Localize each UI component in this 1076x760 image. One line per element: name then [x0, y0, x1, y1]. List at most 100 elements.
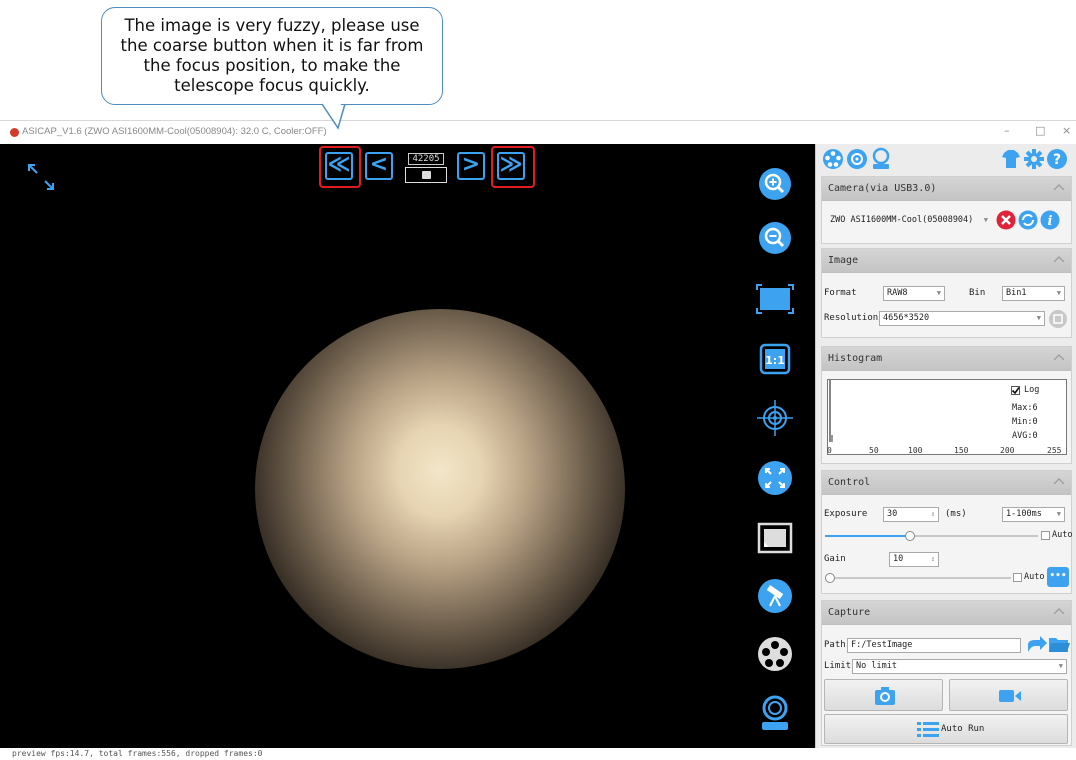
histogram-tick: 150	[954, 446, 969, 455]
control-title: Control	[828, 477, 871, 488]
coarse-left-highlight	[319, 146, 361, 188]
capture-header[interactable]: Capture	[822, 601, 1071, 625]
histogram-title: Histogram	[828, 353, 883, 364]
exposure-slider-knob[interactable]	[905, 531, 916, 541]
image-section: Image Format RAW8 ▼ Bin Bin1 ▼ Resolutio…	[821, 248, 1072, 338]
histogram-max: Max:6	[1012, 403, 1038, 413]
filter-wheel-tab-icon[interactable]	[822, 148, 844, 170]
chevron-down-icon: ▼	[1058, 662, 1063, 670]
more-settings-button[interactable]: •••	[1047, 567, 1069, 587]
histogram-section: Histogram Log Max:6 Min:0 AVG:0 0 50 100…	[821, 346, 1072, 464]
histogram-plot: Log Max:6 Min:0 AVG:0 0 50 100 150 200 2…	[827, 379, 1067, 455]
camera-section: Camera(via USB3.0) ZWO ASI1600MM-Cool(05…	[821, 176, 1072, 244]
camera-select[interactable]: ZWO ASI1600MM-Cool(05008904) ▼	[827, 214, 991, 229]
filter-wheel-icon[interactable]	[750, 632, 800, 676]
histogram-tick: 255	[1047, 446, 1062, 455]
focus-fine-left-button[interactable]: <	[365, 152, 393, 180]
image-title: Image	[828, 255, 859, 266]
gain-auto-checkbox[interactable]	[1013, 573, 1022, 582]
svg-text:i: i	[1048, 214, 1053, 229]
gain-input[interactable]: 10 ⇕	[889, 552, 939, 567]
collapse-icon[interactable]	[1054, 608, 1064, 614]
share-icon[interactable]	[1026, 634, 1048, 654]
format-label: Format	[824, 288, 857, 298]
star-image	[255, 309, 625, 669]
exposure-input[interactable]: 30 ⇕	[883, 507, 939, 522]
record-video-button[interactable]	[949, 679, 1068, 711]
control-header[interactable]: Control	[822, 471, 1071, 495]
exposure-auto-label: Auto	[1052, 530, 1073, 540]
auto-run-button[interactable]: Auto Run	[824, 714, 1068, 744]
collapse-icon[interactable]	[1054, 478, 1064, 484]
gain-slider-knob[interactable]	[825, 573, 835, 583]
camera-header[interactable]: Camera(via USB3.0)	[822, 177, 1071, 201]
collapse-icon[interactable]	[1054, 184, 1064, 190]
bin-label: Bin	[969, 288, 986, 298]
fit-window-icon[interactable]	[750, 277, 800, 321]
settings-gear-icon[interactable]	[1023, 148, 1045, 170]
crosshair-icon[interactable]	[750, 396, 800, 440]
chevron-down-icon: ▼	[1056, 510, 1061, 518]
histogram-tick: 50	[869, 446, 879, 455]
gain-auto-label: Auto	[1024, 572, 1045, 582]
focus-position-value: 42205	[408, 153, 444, 165]
remove-camera-icon[interactable]	[996, 210, 1016, 230]
folder-icon[interactable]	[1048, 635, 1070, 654]
control-section: Control Exposure 30 ⇕ (ms) 1-100ms ▼ Aut…	[821, 470, 1072, 594]
exposure-auto-checkbox[interactable]	[1041, 531, 1050, 540]
gain-value: 10	[893, 554, 904, 564]
preview-area[interactable]: ≪ < 42205 > ≫ 1:1	[0, 144, 815, 748]
telescope-icon[interactable]	[750, 574, 800, 618]
bin-select[interactable]: Bin1 ▼	[1002, 286, 1065, 301]
camera-select-value: ZWO ASI1600MM-Cool(05008904)	[830, 215, 974, 225]
focus-fine-right-button[interactable]: >	[457, 152, 485, 180]
exposure-value: 30	[887, 509, 898, 519]
focuser-tab-icon[interactable]	[870, 147, 892, 171]
histogram-header[interactable]: Histogram	[822, 347, 1071, 371]
format-select[interactable]: RAW8 ▼	[883, 286, 945, 301]
capture-image-button[interactable]	[824, 679, 943, 711]
histogram-min: Min:0	[1012, 417, 1038, 427]
spin-arrows-icon[interactable]: ⇕	[931, 553, 935, 566]
collapse-icon[interactable]	[1054, 256, 1064, 262]
chevron-down-icon: ▼	[1056, 289, 1061, 297]
resolution-select[interactable]: 4656*3520 ▼	[879, 311, 1045, 326]
limit-select[interactable]: No limit ▼	[852, 659, 1067, 674]
auto-run-label: Auto Run	[941, 724, 985, 734]
focus-stop-button[interactable]	[405, 167, 447, 183]
zoom-out-icon[interactable]	[750, 216, 800, 260]
guide-tab-icon[interactable]	[846, 148, 868, 170]
actual-size-icon[interactable]: 1:1	[750, 337, 800, 381]
format-value: RAW8	[887, 288, 908, 298]
focuser-controls: ≪ < 42205 > ≫	[319, 146, 535, 188]
callout-pointer	[321, 103, 346, 130]
image-header[interactable]: Image	[822, 249, 1071, 273]
focus-position-display: 42205	[405, 153, 447, 183]
spin-arrows-icon[interactable]: ⇕	[931, 508, 935, 521]
list-icon	[917, 722, 939, 737]
shirt-icon[interactable]	[1000, 148, 1022, 170]
exposure-range-select[interactable]: 1-100ms ▼	[1002, 507, 1065, 522]
histogram-tick: 100	[908, 446, 923, 455]
collapse-icon[interactable]	[1054, 354, 1064, 360]
chevron-down-icon: ▼	[983, 216, 988, 224]
roi-icon[interactable]	[750, 456, 800, 500]
info-icon[interactable]: i	[1040, 210, 1060, 230]
full-screen-icon[interactable]	[750, 516, 800, 560]
zoom-in-icon[interactable]	[750, 162, 800, 206]
log-checkbox[interactable]	[1011, 386, 1020, 395]
exposure-range-value: 1-100ms	[1006, 509, 1042, 519]
video-camera-icon	[999, 690, 1021, 702]
expand-icon[interactable]	[26, 162, 58, 194]
status-text: preview fps:14.7, total frames:556, drop…	[12, 749, 263, 758]
camera-title: Camera(via USB3.0)	[828, 183, 937, 194]
gain-slider[interactable]	[825, 577, 1011, 579]
focuser-icon[interactable]	[750, 692, 800, 736]
refresh-icon[interactable]	[1018, 210, 1038, 230]
bin-value: Bin1	[1006, 288, 1027, 298]
help-icon[interactable]: ?	[1046, 148, 1068, 170]
roi-select-icon[interactable]	[1048, 309, 1068, 329]
exposure-slider-fill	[825, 535, 911, 537]
path-input[interactable]: F:/TestImage	[847, 638, 1021, 653]
chevron-down-icon: ▼	[1036, 314, 1041, 322]
